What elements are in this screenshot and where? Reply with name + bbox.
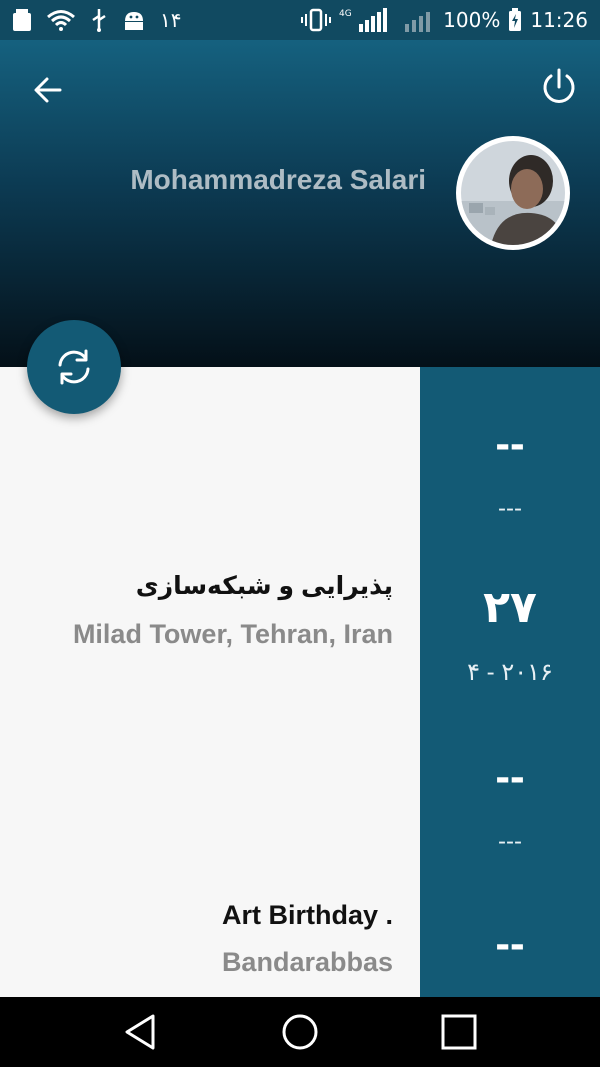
list-item[interactable]: پذیرایی و شبکه‌سازی Milad Tower, Tehran,… — [73, 571, 393, 650]
arrow-left-icon — [34, 77, 62, 103]
square-recents-icon — [441, 1014, 477, 1050]
back-button[interactable] — [28, 70, 68, 110]
date-day: ۲۷ — [483, 583, 537, 632]
notification-count: ۱۴ — [160, 8, 182, 32]
event-location: Bandarabbas — [221, 947, 393, 977]
event-title: Art Birthday . — [221, 900, 393, 930]
avatar[interactable] — [456, 136, 570, 250]
date-month-year: --- — [498, 828, 522, 855]
recents-nav-button[interactable] — [436, 1009, 482, 1055]
date-column: -- --- ۲۷ ۴ - ۲۰۱۶ -- --- -- — [420, 367, 600, 997]
date-day: -- — [495, 919, 525, 968]
vibrate-icon — [301, 8, 332, 32]
battery-percent: 100% — [443, 8, 501, 32]
circle-home-icon — [282, 1014, 318, 1050]
home-nav-button[interactable] — [277, 1009, 323, 1055]
back-nav-button[interactable] — [118, 1009, 164, 1055]
date-day: -- — [495, 752, 525, 801]
logout-button[interactable] — [538, 66, 580, 108]
event-title: پذیرایی و شبکه‌سازی — [135, 572, 393, 600]
power-icon — [543, 68, 575, 103]
date-day: -- — [495, 419, 525, 468]
date-month-year: ۴ - ۲۰۱۶ — [467, 659, 553, 686]
navigation-bar — [0, 997, 600, 1067]
refresh-button[interactable] — [27, 320, 121, 414]
avatar-photo — [461, 141, 565, 245]
refresh-icon — [58, 349, 90, 385]
user-name: Mohammadreza Salari — [130, 164, 426, 195]
date-month-year: --- — [498, 495, 522, 522]
triangle-back-icon — [125, 1014, 155, 1050]
event-list[interactable]: پذیرایی و شبکه‌سازی Milad Tower, Tehran,… — [0, 367, 420, 997]
svg-text:4G: 4G — [339, 9, 352, 19]
battery-saver-icon — [12, 8, 32, 32]
wifi-icon — [46, 9, 76, 31]
clock: 11:26 — [530, 8, 588, 32]
usb-icon — [90, 8, 108, 32]
android-debug-icon — [122, 8, 146, 32]
event-location: Milad Tower, Tehran, Iran — [72, 619, 393, 649]
profile-header: Mohammadreza Salari — [0, 40, 600, 367]
list-item[interactable]: Art Birthday . Bandarabbas — [222, 900, 393, 978]
signal-weak-icon — [403, 6, 435, 34]
signal-4g-icon: 4G — [339, 6, 395, 34]
status-bar: ۱۴ 4G 100% 11:26 — [0, 0, 600, 40]
battery-charging-icon — [508, 8, 522, 32]
